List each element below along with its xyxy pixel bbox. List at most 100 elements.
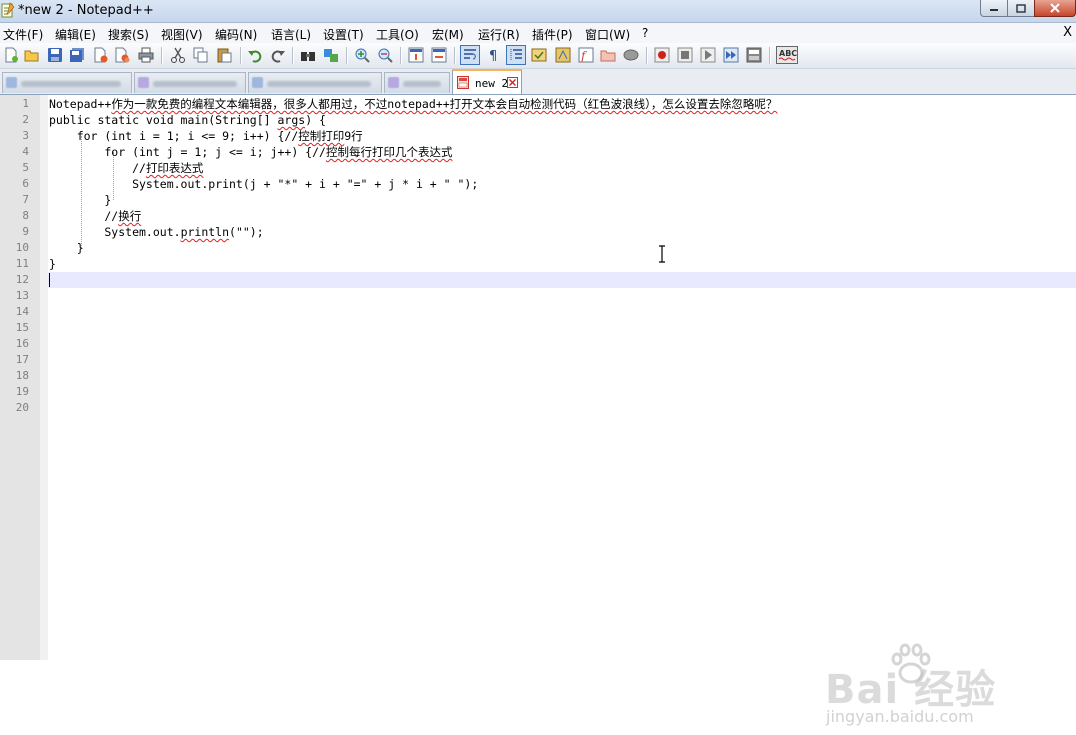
- window-title: *new 2 - Notepad++: [18, 3, 154, 18]
- close-document-button[interactable]: X: [1063, 25, 1072, 40]
- print-icon[interactable]: [138, 47, 154, 63]
- line-number: 6: [22, 177, 29, 190]
- menu-plugins[interactable]: 插件(P): [532, 26, 573, 43]
- menu-edit[interactable]: 编辑(E): [55, 26, 96, 43]
- code-text: }: [49, 193, 112, 207]
- zoom-out-icon[interactable]: [377, 47, 393, 63]
- close-icon[interactable]: [92, 47, 108, 63]
- code-text: public static void main(String[]: [49, 113, 278, 127]
- paste-icon[interactable]: [216, 47, 232, 63]
- zoom-in-icon[interactable]: [354, 47, 370, 63]
- menu-help[interactable]: ?: [642, 26, 648, 40]
- copy-icon[interactable]: [193, 47, 209, 63]
- spelling-error-text: println: [180, 225, 230, 239]
- code-line: }: [49, 256, 56, 272]
- spelling-error-text: args: [277, 113, 306, 127]
- macro-record-icon[interactable]: [654, 47, 670, 63]
- undo-icon[interactable]: [247, 47, 263, 63]
- menu-language[interactable]: 语言(L): [271, 26, 311, 43]
- paw-logo-icon: [891, 643, 931, 684]
- blurred-tab-label: [403, 81, 441, 87]
- toolbar-separator: [769, 47, 771, 64]
- notepadpp-icon: [1, 2, 15, 18]
- spelling-error-text: 打印表达式: [145, 161, 204, 175]
- watermark-brand: Bai 经验: [825, 667, 997, 713]
- open-file-icon[interactable]: [24, 47, 40, 63]
- new-file-icon[interactable]: [3, 47, 19, 63]
- spell-check-label: ABC: [779, 49, 797, 58]
- code-text: 9行: [344, 129, 363, 143]
- code-text: }: [49, 241, 84, 255]
- tab-blurred[interactable]: [134, 72, 246, 93]
- tab-new-2[interactable]: new 2: [452, 69, 522, 94]
- minimize-icon: [990, 9, 998, 11]
- macro-run-multiple-icon[interactable]: [723, 47, 739, 63]
- line-number: 14: [15, 305, 29, 318]
- line-number: 17: [15, 353, 29, 366]
- editor-area[interactable]: 1 2 3 4 5 6 7 8 9 10 11 12 13 14 15 16 1…: [0, 95, 1076, 726]
- line-number: 2: [22, 113, 29, 126]
- title-bar[interactable]: *new 2 - Notepad++: [0, 0, 1076, 23]
- macro-save-icon[interactable]: [746, 47, 762, 63]
- find-icon[interactable]: [300, 47, 316, 63]
- menu-window[interactable]: 窗口(W): [585, 26, 630, 43]
- menu-file[interactable]: 文件(F): [3, 26, 43, 43]
- cut-icon[interactable]: [170, 47, 186, 63]
- udl-icon[interactable]: [531, 47, 547, 63]
- menu-run[interactable]: 运行(R): [478, 26, 520, 43]
- replace-icon[interactable]: [323, 47, 339, 63]
- show-all-chars-icon[interactable]: ¶: [486, 47, 502, 63]
- menu-view[interactable]: 视图(V): [161, 26, 203, 43]
- blurred-tab-label: [21, 81, 121, 87]
- save-icon[interactable]: [47, 47, 63, 63]
- fold-margin[interactable]: [40, 95, 48, 660]
- document-icon: [138, 77, 149, 88]
- menu-settings[interactable]: 设置(T): [323, 26, 364, 43]
- function-list-icon[interactable]: f: [578, 47, 594, 63]
- code-line: //打印表达式: [49, 160, 203, 176]
- macro-play-icon[interactable]: [700, 47, 716, 63]
- doc-map-icon[interactable]: [555, 47, 571, 63]
- minimize-button[interactable]: [980, 0, 1008, 17]
- tab-close-icon[interactable]: [507, 77, 518, 88]
- code-text: }: [49, 257, 56, 271]
- text-caret: [49, 273, 50, 287]
- tab-blurred[interactable]: [384, 72, 450, 93]
- close-all-icon[interactable]: [114, 47, 130, 63]
- tab-blurred[interactable]: [2, 72, 132, 93]
- code-line: for (int j = 1; j <= i; j++) {//控制每行打印几个…: [49, 144, 452, 160]
- code-line: }: [49, 192, 111, 208]
- code-text: //: [49, 209, 119, 223]
- tab-blurred[interactable]: [248, 72, 382, 93]
- redo-icon[interactable]: [270, 47, 286, 63]
- sync-vertical-icon[interactable]: [408, 47, 424, 63]
- code-text: ) {: [305, 113, 326, 127]
- window-close-button[interactable]: [1034, 0, 1076, 17]
- current-line-highlight: [48, 272, 1076, 288]
- toolbar-separator: [454, 47, 456, 64]
- toolbar-separator: [646, 47, 648, 64]
- save-all-icon[interactable]: [69, 47, 85, 63]
- line-number: 3: [22, 129, 29, 142]
- monitor-icon[interactable]: [623, 47, 639, 63]
- svg-text:¶: ¶: [489, 49, 497, 63]
- menu-macro[interactable]: 宏(M): [432, 26, 464, 43]
- menu-encoding[interactable]: 编码(N): [215, 26, 257, 43]
- sync-horizontal-icon[interactable]: [431, 47, 447, 63]
- document-icon: [6, 77, 17, 88]
- menu-search[interactable]: 搜索(S): [108, 26, 149, 43]
- line-number: 1: [22, 97, 29, 110]
- spelling-error-text: 作为一款免费的编程文本编辑器，很多人都用过，不过notepad++打开文本会自动…: [111, 97, 778, 111]
- menu-tools[interactable]: 工具(O): [376, 26, 419, 43]
- line-number: 10: [15, 241, 29, 254]
- unsaved-document-icon: [457, 76, 469, 89]
- macro-stop-icon[interactable]: [677, 47, 693, 63]
- folder-workspace-icon[interactable]: [600, 47, 616, 63]
- toolbar-separator: [292, 47, 294, 64]
- line-number: 5: [22, 161, 29, 174]
- maximize-icon: [1016, 3, 1026, 13]
- code-text: for (int i = 1; i <= 9; i++) {//: [49, 129, 299, 143]
- maximize-button[interactable]: [1007, 0, 1035, 17]
- spell-check-icon[interactable]: ABC: [776, 46, 798, 64]
- toolbar-separator: [400, 47, 402, 64]
